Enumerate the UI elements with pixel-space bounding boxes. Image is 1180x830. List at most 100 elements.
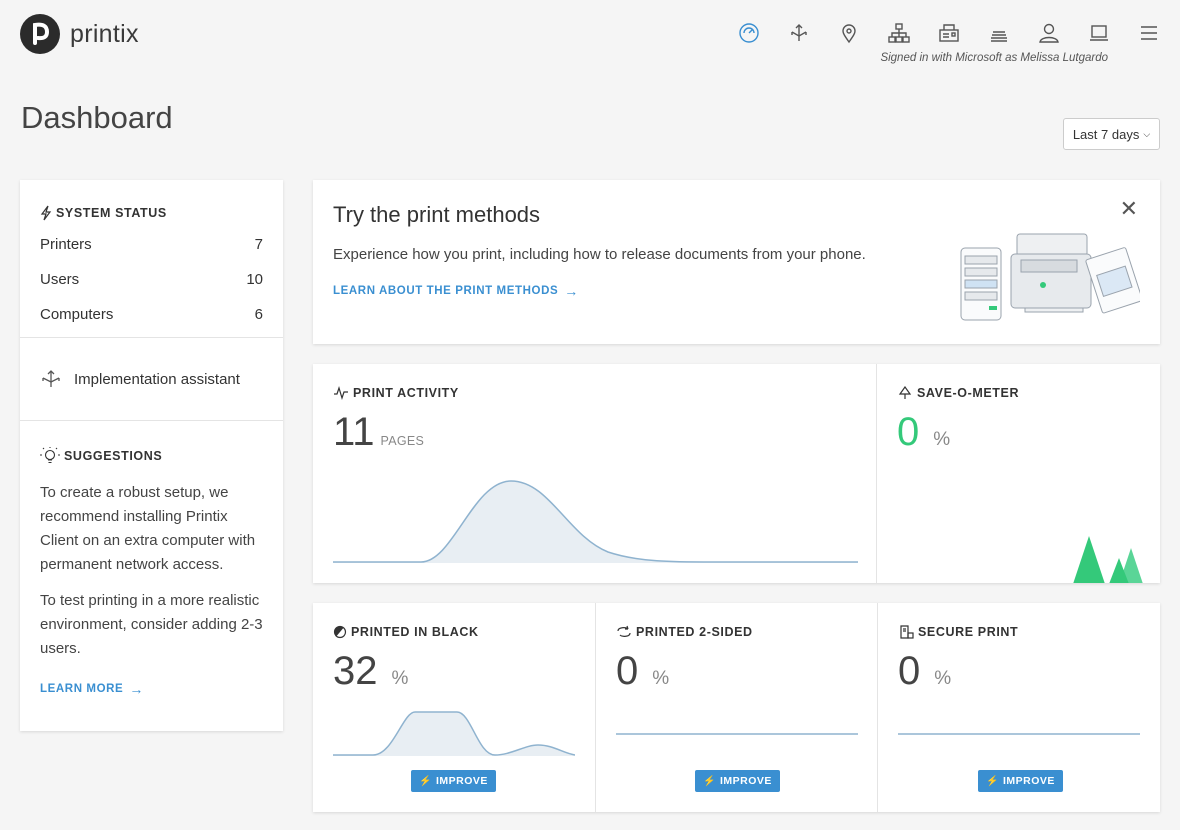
print-activity-value: 11 PAGES — [333, 412, 856, 452]
menu-icon[interactable] — [1136, 20, 1162, 46]
improve-label: IMPROVE — [720, 775, 772, 787]
printed-black-panel: PRINTED IN BLACK 32 % ⚡ IMPROVE — [313, 603, 595, 812]
lightning-icon: ⚡ — [986, 775, 999, 787]
suggestions-label: SUGGESTIONS — [64, 449, 163, 463]
dashboard-icon[interactable] — [736, 20, 762, 46]
implementation-label: Implementation assistant — [74, 370, 240, 388]
printer-illustration — [960, 233, 1140, 321]
lightning-icon: ⚡ — [703, 775, 716, 787]
arrow-right-icon: → — [564, 283, 579, 299]
chevron-down-icon: ⌵ — [1143, 128, 1151, 139]
secure-unit: % — [934, 668, 952, 689]
secure-percent: 0 — [898, 649, 921, 693]
suggestions-title: SUGGESTIONS — [40, 447, 263, 465]
improve-button[interactable]: ⚡ IMPROVE — [695, 770, 780, 792]
promo-title: Try the print methods — [333, 202, 541, 227]
location-icon[interactable] — [836, 20, 862, 46]
arrow-right-icon: → — [129, 681, 144, 697]
save-percent: 0 — [897, 410, 920, 454]
secure-printer-icon — [900, 625, 914, 639]
status-row-computers[interactable]: Computers 6 — [40, 306, 263, 326]
learn-more-link[interactable]: LEARN MORE → — [40, 681, 144, 697]
deploy-icon[interactable] — [786, 20, 812, 46]
page-count: 11 — [333, 410, 375, 454]
queue-icon[interactable] — [986, 20, 1012, 46]
print-activity-label: PRINT ACTIVITY — [353, 386, 459, 400]
close-icon[interactable]: ✕ — [1120, 196, 1138, 222]
black-percent: 32 — [333, 649, 378, 693]
promo-link-label: LEARN ABOUT THE PRINT METHODS — [333, 285, 559, 297]
improve-label: IMPROVE — [436, 775, 488, 787]
page-unit: PAGES — [380, 434, 425, 448]
save-o-meter-label: SAVE-O-METER — [917, 386, 1020, 400]
secure-print-chart — [898, 733, 1140, 735]
printed-2sided-label: PRINTED 2-SIDED — [636, 625, 753, 639]
printed-black-value: 32 % — [333, 651, 575, 691]
activity-icon — [334, 386, 348, 400]
computer-icon[interactable] — [1086, 20, 1112, 46]
signed-in-text: Signed in with Microsoft as Melissa Lutg… — [880, 52, 1108, 64]
print-activity-chart — [333, 480, 858, 563]
page-title: Dashboard — [21, 100, 173, 135]
lightning-icon: ⚡ — [419, 775, 432, 787]
top-nav — [712, 20, 1162, 46]
save-o-meter-title: SAVE-O-METER — [897, 386, 1140, 400]
system-status-title: SYSTEM STATUS — [40, 205, 263, 221]
suggestion-text: To test printing in a more realistic env… — [40, 592, 263, 657]
duplex-unit: % — [652, 668, 670, 689]
save-o-meter-panel: SAVE-O-METER 0 % — [877, 364, 1160, 583]
printer-icon[interactable] — [936, 20, 962, 46]
status-label: Users — [40, 271, 80, 288]
implementation-assistant-link[interactable]: Implementation assistant — [20, 338, 283, 421]
brand-name: printix — [70, 19, 139, 48]
print-methods-card: Try the print methods Experience how you… — [313, 180, 1160, 344]
print-activity-panel: PRINT ACTIVITY 11 PAGES — [313, 364, 877, 583]
system-status: SYSTEM STATUS Printers 7 Users 10 Comput… — [20, 180, 283, 338]
improve-button[interactable]: ⚡ IMPROVE — [411, 770, 496, 792]
printed-black-label: PRINTED IN BLACK — [351, 625, 479, 639]
status-value: 7 — [254, 236, 263, 253]
user-icon[interactable] — [1036, 20, 1062, 46]
status-label: Computers — [40, 306, 114, 323]
printix-logo[interactable]: printix — [20, 14, 139, 54]
activity-card: PRINT ACTIVITY 11 PAGES SAVE-O-METER 0 % — [313, 364, 1160, 583]
learn-more-label: LEARN MORE — [40, 683, 124, 695]
improve-label: IMPROVE — [1003, 775, 1055, 787]
lightning-icon — [40, 205, 52, 221]
print-stats-card: PRINTED IN BLACK 32 % ⚡ IMPROVE PRINTED 2… — [313, 603, 1160, 812]
lightbulb-icon — [40, 447, 60, 464]
secure-print-value: 0 % — [898, 651, 1140, 691]
printed-black-title: PRINTED IN BLACK — [333, 625, 575, 639]
date-range-dropdown[interactable]: Last 7 days ⌵ — [1063, 118, 1160, 150]
tree-icon — [898, 386, 912, 399]
printed-2sided-title: PRINTED 2-SIDED — [616, 625, 857, 639]
print-activity-title: PRINT ACTIVITY — [333, 386, 856, 400]
duplex-percent: 0 — [616, 649, 639, 693]
status-label: Printers — [40, 236, 92, 253]
status-row-users[interactable]: Users 10 — [40, 271, 263, 291]
status-row-printers[interactable]: Printers 7 — [40, 236, 263, 256]
secure-print-label: SECURE PRINT — [918, 625, 1019, 639]
duplex-icon — [617, 625, 631, 637]
suggestions: SUGGESTIONS To create a robust setup, we… — [20, 421, 283, 697]
system-status-label: SYSTEM STATUS — [56, 206, 167, 220]
learn-print-methods-link[interactable]: LEARN ABOUT THE PRINT METHODS → — [333, 283, 579, 299]
sidebar-card: SYSTEM STATUS Printers 7 Users 10 Comput… — [20, 180, 283, 731]
printed-2sided-panel: PRINTED 2-SIDED 0 % ⚡ IMPROVE — [595, 603, 877, 812]
black-unit: % — [391, 668, 409, 689]
date-range-label: Last 7 days — [1072, 126, 1140, 142]
save-unit: % — [933, 429, 951, 450]
status-value: 6 — [254, 306, 263, 323]
deploy-icon — [42, 370, 60, 387]
suggestion-text: To create a robust setup, we recommend i… — [40, 484, 256, 573]
status-value: 10 — [246, 271, 263, 288]
half-circle-icon — [333, 625, 347, 639]
printed-2sided-chart — [616, 733, 858, 735]
improve-button[interactable]: ⚡ IMPROVE — [978, 770, 1063, 792]
trees-graphic — [1073, 536, 1143, 583]
printed-black-chart — [333, 711, 575, 756]
printix-logo-icon — [20, 14, 60, 54]
network-icon[interactable] — [886, 20, 912, 46]
printed-2sided-value: 0 % — [616, 651, 857, 691]
secure-print-panel: SECURE PRINT 0 % ⚡ IMPROVE — [877, 603, 1160, 812]
